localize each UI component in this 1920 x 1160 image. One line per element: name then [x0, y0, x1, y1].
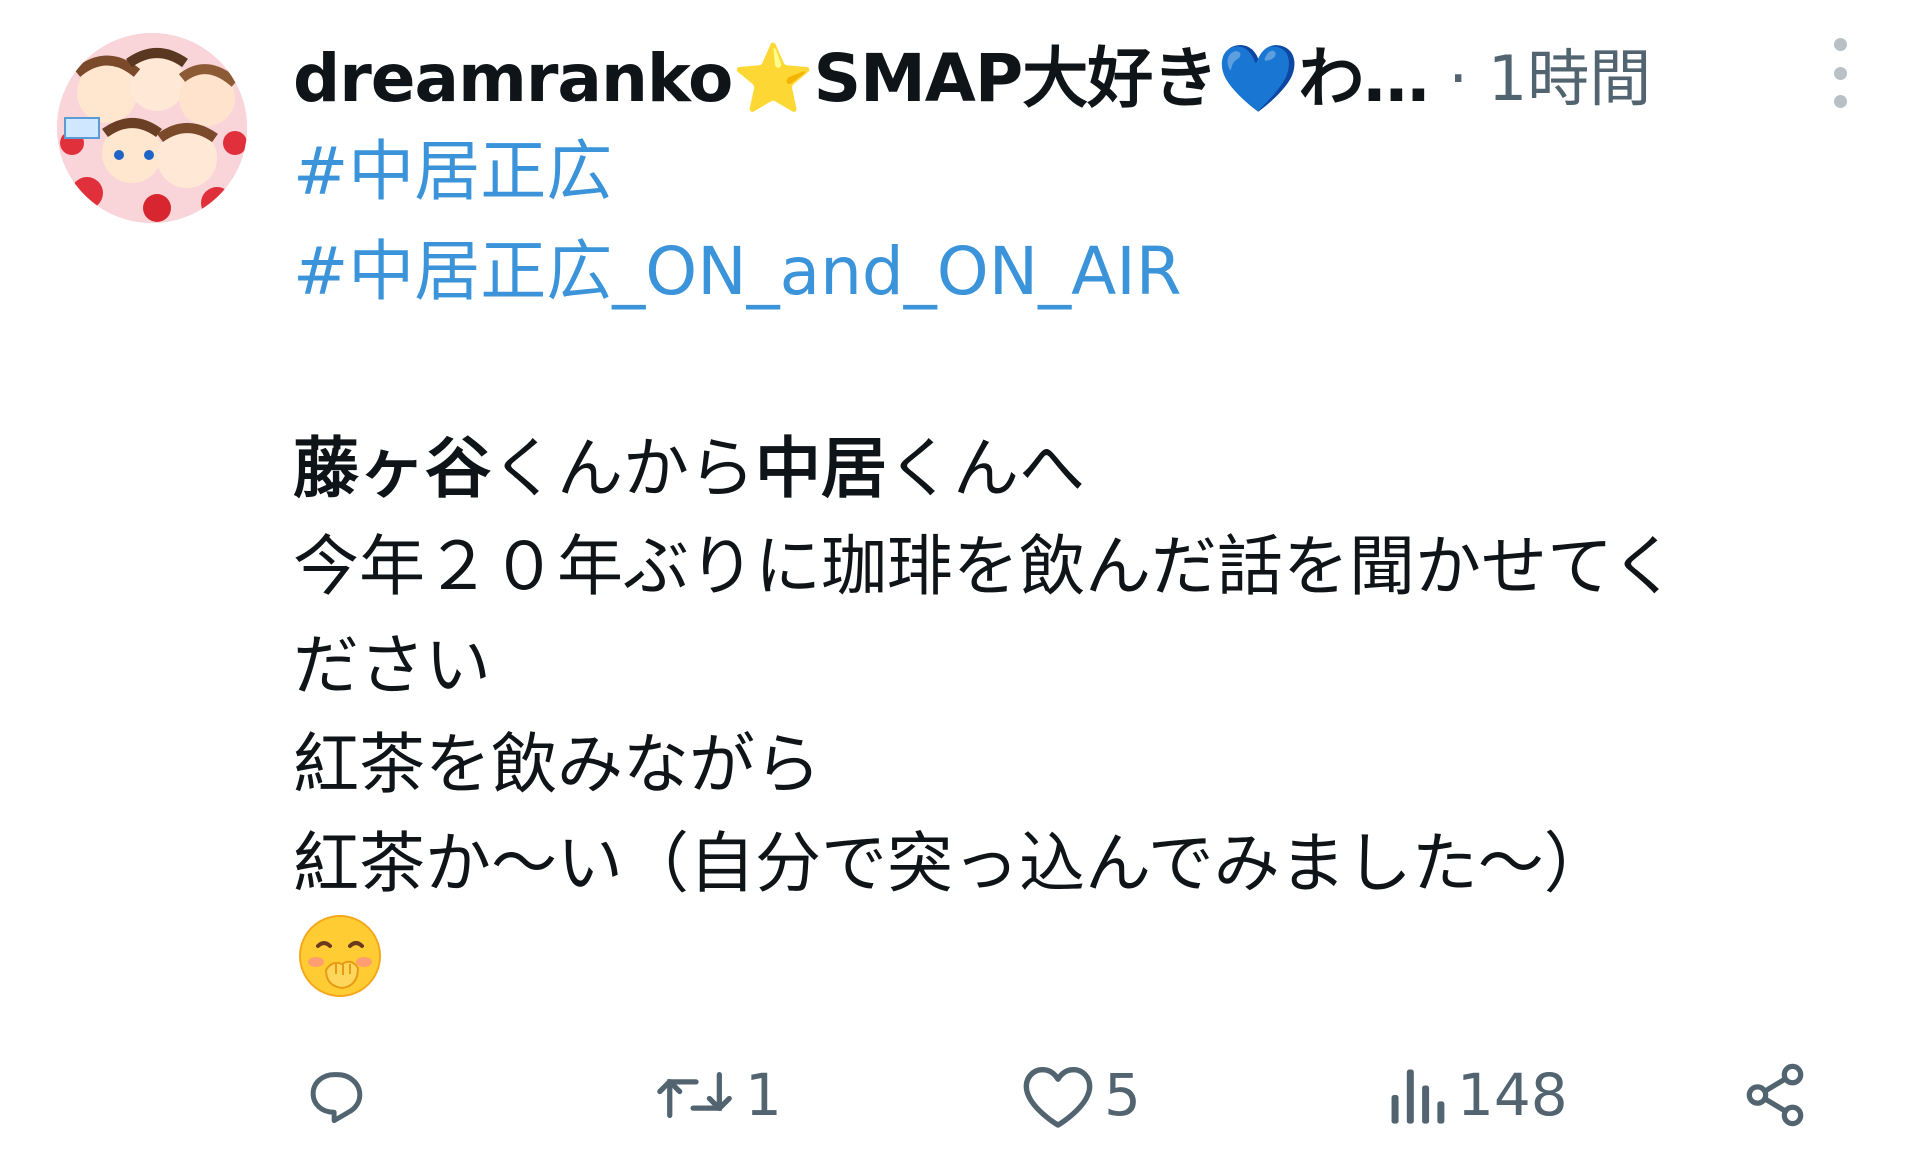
- tweet-text-line: 今年２０年ぶりに珈琲を飲んだ話を聞かせてく: [293, 528, 1678, 605]
- bold-text: 藤ヶ谷: [293, 430, 491, 507]
- tweet-text-line: 紅茶か～い（自分で突っ込んでみました～）: [293, 825, 1610, 902]
- more-dot-icon: [1833, 95, 1847, 108]
- tweet-text-line: ださい: [293, 627, 491, 704]
- text: くんから: [491, 430, 755, 507]
- timestamp[interactable]: · 1時間: [1448, 28, 1651, 118]
- tweet-text-line: 紅茶を飲みながら: [293, 726, 821, 803]
- avatar-image: [57, 33, 247, 223]
- retweet-button[interactable]: 1: [655, 1045, 782, 1145]
- views-button[interactable]: 148: [1385, 1045, 1568, 1145]
- share-icon: [1746, 1063, 1804, 1127]
- more-options-button[interactable]: [1820, 38, 1860, 108]
- hashtag-link[interactable]: #中居正広: [293, 118, 612, 214]
- like-button[interactable]: 5: [1020, 1045, 1141, 1145]
- tweet-header: dreamranko⭐SMAP大好き💙わ… · 1時間: [293, 28, 1651, 118]
- display-name[interactable]: dreamranko⭐SMAP大好き💙わ…: [293, 25, 1429, 121]
- text: くんへ: [887, 430, 1085, 507]
- tweet-card[interactable]: dreamranko⭐SMAP大好き💙わ… · 1時間 #中居正広 #中居正広_…: [0, 0, 1920, 1160]
- hand-over-mouth-emoji: [299, 915, 381, 997]
- views-count: 148: [1457, 1061, 1568, 1129]
- retweet-icon: [657, 1071, 732, 1119]
- bold-text: 中居: [755, 430, 887, 507]
- retweet-count: 1: [745, 1061, 782, 1129]
- like-count: 5: [1104, 1061, 1141, 1129]
- more-dot-icon: [1833, 38, 1847, 51]
- more-dot-icon: [1833, 66, 1847, 80]
- action-bar: 1 5 148: [0, 1045, 1920, 1145]
- views-icon: [1391, 1069, 1445, 1124]
- share-button[interactable]: [1740, 1045, 1810, 1145]
- tweet-text-line: 藤ヶ谷くんから中居くんへ: [293, 415, 1085, 511]
- reply-icon: [310, 1072, 363, 1124]
- hashtag-link[interactable]: #中居正広_ON_and_ON_AIR: [293, 218, 1182, 314]
- heart-icon: [1023, 1066, 1093, 1128]
- avatar[interactable]: [57, 33, 247, 223]
- reply-button[interactable]: [300, 1045, 370, 1145]
